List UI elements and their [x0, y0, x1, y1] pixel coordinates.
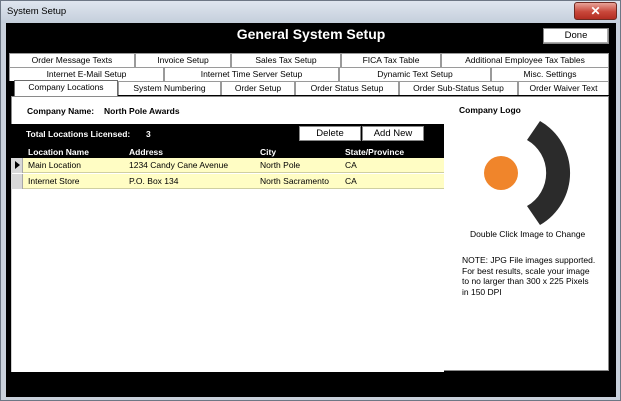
company-logo-image[interactable]: [471, 113, 586, 233]
cell-state: CA: [345, 160, 357, 170]
row-selector[interactable]: [11, 158, 23, 173]
tab-order-status-setup[interactable]: Order Status Setup: [295, 81, 399, 95]
tab-order-setup[interactable]: Order Setup: [221, 81, 295, 95]
column-address: Address: [129, 147, 164, 157]
cell-location-name: Main Location: [28, 160, 81, 170]
tab-system-numbering[interactable]: System Numbering: [118, 81, 221, 95]
tab-dynamic-text-setup[interactable]: Dynamic Text Setup: [339, 67, 491, 81]
cell-address: P.O. Box 134: [129, 176, 179, 186]
tab-additional-employee-tax-tables[interactable]: Additional Employee Tax Tables: [441, 53, 609, 67]
tab-order-sub-status-setup[interactable]: Order Sub-Status Setup: [399, 81, 518, 95]
logo-note-line: to no larger than 300 x 225 Pixels: [462, 276, 589, 286]
locations-header: Total Locations Licensed: 3 Delete Add N…: [11, 124, 444, 158]
tab-sales-tax-setup[interactable]: Sales Tax Setup: [231, 53, 341, 67]
tab-internet-email-setup[interactable]: Internet E-Mail Setup: [9, 67, 164, 81]
locations-licensed-label: Total Locations Licensed:: [26, 129, 131, 139]
cell-address: 1234 Candy Cane Avenue: [129, 160, 229, 170]
window-title: System Setup: [7, 6, 67, 17]
tab-invoice-setup[interactable]: Invoice Setup: [135, 53, 231, 67]
company-name-value: North Pole Awards: [104, 106, 180, 116]
tab-fica-tax-table[interactable]: FICA Tax Table: [341, 53, 441, 67]
logo-note-line: For best results, scale your image: [462, 265, 590, 276]
close-button[interactable]: ✕: [574, 2, 617, 20]
delete-button[interactable]: Delete: [299, 126, 361, 141]
tab-misc-settings[interactable]: Misc. Settings: [491, 67, 609, 81]
table-row[interactable]: Internet Store P.O. Box 134 North Sacram…: [11, 174, 444, 189]
title-bar: System Setup ✕: [1, 1, 620, 23]
logo-arc-shape: [527, 121, 571, 225]
column-city: City: [260, 147, 277, 157]
done-button[interactable]: Done: [543, 28, 609, 44]
system-setup-window: System Setup ✕ General System Setup Done…: [0, 0, 621, 401]
cell-city: North Sacramento: [260, 176, 329, 186]
column-state-province: State/Province: [345, 147, 405, 157]
cell-state: CA: [345, 176, 357, 186]
tab-order-waiver-text[interactable]: Order Waiver Text: [518, 81, 609, 95]
logo-circle-shape: [484, 156, 518, 190]
locations-licensed-value: 3: [146, 129, 151, 139]
tab-company-locations[interactable]: Company Locations: [14, 80, 118, 96]
column-location-name: Location Name: [28, 147, 89, 157]
cell-city: North Pole: [260, 160, 301, 170]
page-title: General System Setup: [236, 26, 386, 42]
logo-change-hint: Double Click Image to Change: [470, 229, 586, 239]
company-name-label: Company Name:: [27, 106, 95, 116]
logo-note-line: in 150 DPI: [462, 286, 502, 297]
logo-note-line: NOTE: JPG File images supported.: [462, 255, 596, 265]
row-selector[interactable]: [11, 174, 23, 189]
tab-internet-time-server-setup[interactable]: Internet Time Server Setup: [164, 67, 339, 81]
close-icon: ✕: [590, 4, 601, 18]
tab-order-message-texts[interactable]: Order Message Texts: [9, 53, 135, 67]
table-row[interactable]: Main Location 1234 Candy Cane Avenue Nor…: [11, 158, 444, 173]
cell-location-name: Internet Store: [28, 176, 80, 186]
add-new-button[interactable]: Add New: [362, 126, 424, 141]
current-row-icon: [15, 161, 20, 169]
logo-note: NOTE: JPG File images supported. For bes…: [462, 255, 602, 297]
